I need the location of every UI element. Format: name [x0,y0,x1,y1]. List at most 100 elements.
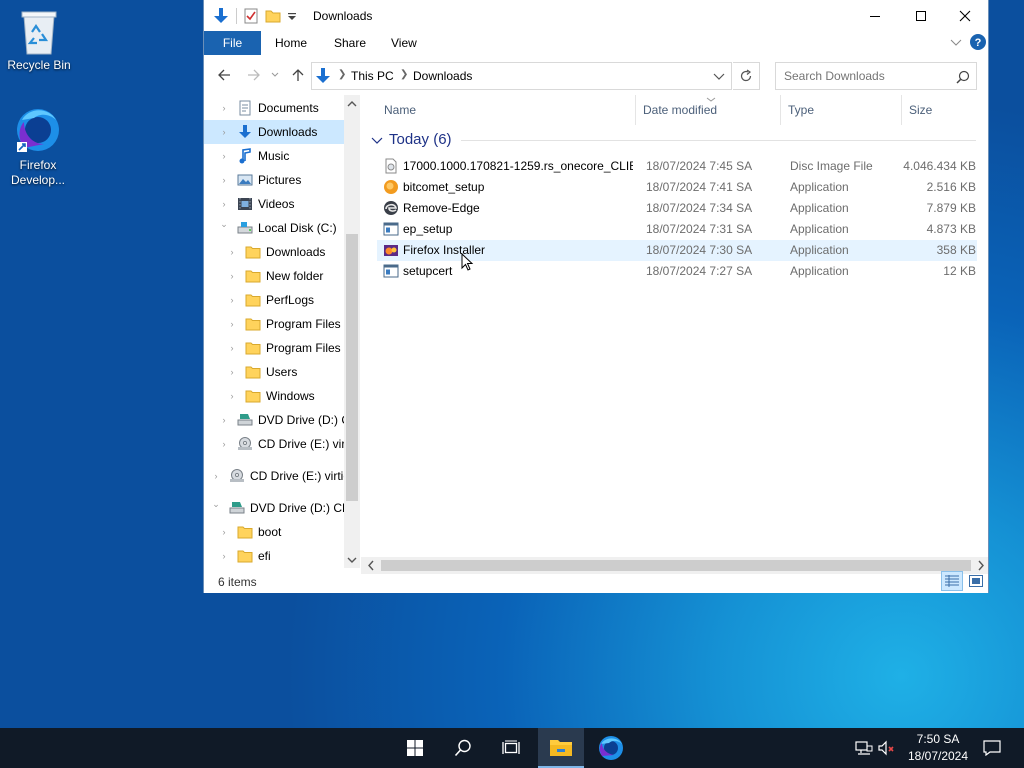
chevron-right-icon[interactable]: › [228,296,236,305]
volume-status[interactable] [877,728,897,768]
search-input[interactable] [776,63,951,89]
chevron-down-icon[interactable]: ⌄ [212,500,220,509]
group-collapse-icon[interactable] [371,135,383,147]
file-row[interactable]: Remove-Edge 18/07/2024 7:34 SA Application… [377,198,977,219]
chevron-down-icon[interactable]: ⌄ [220,220,228,229]
system-clock[interactable]: 7:50 SA 18/07/2024 [896,731,980,765]
chevron-right-icon[interactable]: › [220,104,228,113]
nav-item[interactable]: › Users [204,360,346,384]
taskbar-firefox-developer[interactable] [592,728,630,768]
column-header-date-modified[interactable]: Date modified [637,95,781,125]
chevron-right-icon[interactable]: › [228,320,236,329]
chevron-right-icon[interactable]: › [228,392,236,401]
details-view-button[interactable] [941,571,963,591]
scrollbar-thumb[interactable] [346,234,358,501]
chevron-right-icon[interactable]: › [220,416,228,425]
scroll-down-icon[interactable] [344,553,360,567]
search-box[interactable] [775,62,977,90]
chevron-right-icon[interactable]: › [220,528,228,537]
new-folder-icon[interactable] [265,8,281,24]
nav-item[interactable]: ⌄ Local Disk (C:) [204,216,346,240]
chevron-right-icon[interactable]: › [228,344,236,353]
file-row[interactable]: ep_setup 18/07/2024 7:31 SA Application 4.8… [377,219,977,240]
nav-item[interactable]: › New folder [204,264,346,288]
chevron-right-icon[interactable]: › [220,440,228,449]
navigation-scrollbar[interactable] [344,95,360,568]
quick-access-toolbar [212,6,297,26]
scroll-up-icon[interactable] [344,97,360,111]
action-center-button[interactable] [980,728,1004,768]
chevron-right-icon[interactable]: › [220,200,228,209]
chevron-right-icon[interactable]: › [220,152,228,161]
recent-locations-button[interactable] [270,67,280,83]
desktop-icon-firefox-developer[interactable]: Firefox Develop... [0,104,76,188]
nav-item[interactable]: › Documents [204,96,346,120]
group-header-today[interactable]: Today (6) [389,131,452,148]
app-window-icon [383,264,399,278]
address-dropdown-icon[interactable] [713,71,725,83]
column-header-size[interactable]: Size [903,95,982,125]
chevron-right-icon[interactable]: › [212,472,220,481]
nav-item[interactable]: › Downloads [204,120,346,144]
nav-item[interactable]: › efi [204,544,346,568]
nav-item[interactable]: › boot [204,520,346,544]
nav-item[interactable]: ⌄ DVD Drive (D:) CEI [204,496,346,520]
refresh-icon [740,69,752,82]
start-button[interactable] [396,728,434,768]
minimize-button[interactable] [852,0,898,31]
expand-ribbon-icon[interactable] [950,37,962,49]
chevron-right-icon[interactable]: › [220,176,228,185]
chevron-right-icon[interactable]: › [220,128,228,137]
tab-share[interactable]: Share [334,31,366,55]
horizontal-scrollbar[interactable] [361,557,988,574]
file-row[interactable]: 17000.1000.170821-1259.rs_onecore_CLIE..… [377,156,977,177]
network-status[interactable] [854,728,874,768]
nav-item[interactable]: › Music [204,144,346,168]
chevron-right-icon[interactable]: › [228,272,236,281]
file-name: Remove-Edge [403,201,480,215]
refresh-button[interactable] [733,62,760,90]
tab-view[interactable]: View [391,31,417,55]
help-icon[interactable]: ? [970,34,986,50]
tab-file[interactable]: File [204,31,261,55]
nav-item[interactable]: › Pictures [204,168,346,192]
nav-item[interactable]: › CD Drive (E:) virt [204,432,346,456]
column-header-type[interactable]: Type [782,95,902,125]
nav-item[interactable]: › PerfLogs [204,288,346,312]
task-view-button[interactable] [492,728,530,768]
title-bar: Downloads [204,0,988,31]
scroll-left-icon[interactable] [364,557,378,574]
breadcrumb-this-pc[interactable]: This PC [351,69,394,83]
taskbar-search-button[interactable] [444,728,482,768]
nav-item[interactable]: › Windows [204,384,346,408]
column-header-name[interactable]: Name [378,95,636,125]
chevron-right-icon[interactable]: › [228,368,236,377]
nav-item[interactable]: › DVD Drive (D:) C [204,408,347,432]
folder-icon [237,526,253,539]
start-icon [407,740,423,756]
up-button[interactable] [290,67,306,83]
large-icons-view-button[interactable] [966,571,986,591]
file-row[interactable]: bitcomet_setup 18/07/2024 7:41 SA Applicat… [377,177,977,198]
customize-quick-access-icon[interactable] [287,8,297,24]
nav-item[interactable]: › Downloads [204,240,346,264]
back-button[interactable] [216,67,232,83]
tab-home[interactable]: Home [275,31,307,55]
nav-item[interactable]: › CD Drive (E:) virtic [204,464,346,488]
chevron-right-icon[interactable]: › [228,248,236,257]
forward-button[interactable] [246,67,262,83]
properties-icon[interactable] [243,8,259,24]
item-count: 6 items [218,575,257,589]
address-bar[interactable]: ❯ This PC ❯ Downloads [311,62,732,90]
breadcrumb-downloads[interactable]: Downloads [413,69,472,83]
nav-item[interactable]: › Videos [204,192,346,216]
desktop-icon-recycle-bin[interactable]: Recycle Bin [1,8,77,73]
horizontal-scrollbar-thumb[interactable] [381,560,971,571]
taskbar-file-explorer[interactable] [538,728,584,768]
maximize-button[interactable] [898,0,944,31]
close-button[interactable] [942,0,988,31]
nav-item[interactable]: › Program Files ( [204,336,347,360]
chevron-right-icon[interactable]: › [220,552,228,561]
nav-item[interactable]: › Program Files [204,312,346,336]
nav-item-label: Users [266,365,298,379]
